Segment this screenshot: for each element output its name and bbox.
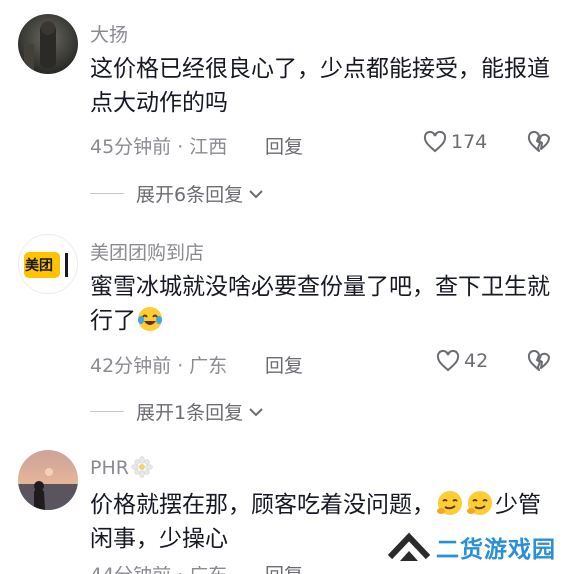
dislike-button[interactable]	[527, 130, 551, 157]
comment-username[interactable]: 大扬	[90, 20, 128, 47]
avatar[interactable]	[18, 450, 78, 510]
divider-line	[90, 193, 124, 194]
flower-icon	[131, 456, 153, 478]
reply-button[interactable]: 回复	[265, 566, 303, 574]
watermark: 二货游戏园	[388, 530, 556, 564]
comment-footer-partial: 44分钟前 · 广东 回复	[90, 566, 560, 574]
meituan-logo-text: 美团	[25, 258, 53, 274]
comment-username[interactable]: 美团团购到店	[90, 238, 204, 265]
expand-replies-label: 展开1条回复	[136, 402, 244, 424]
like-button[interactable]: 42	[436, 350, 488, 372]
logo-fragment	[65, 253, 76, 277]
username-text: PHR	[90, 457, 129, 479]
heart-icon	[423, 131, 447, 153]
like-count: 174	[451, 131, 488, 153]
smirking-emoji-icon	[437, 491, 462, 515]
expand-replies-label: 展开6条回复	[136, 184, 244, 206]
chevron-down-icon	[249, 407, 263, 416]
laughing-crying-emoji-icon	[138, 307, 162, 331]
comment-time-location: 45分钟前 · 江西	[90, 136, 228, 158]
reply-button[interactable]: 回复	[265, 132, 303, 159]
broken-heart-icon	[527, 349, 550, 371]
avatar[interactable]	[18, 14, 78, 74]
comment-text-body: 价格就摆在那，顾客吃着没问题，	[90, 492, 435, 518]
dislike-button[interactable]	[527, 349, 551, 376]
comment-time-location: 44分钟前 · 广东	[90, 566, 227, 574]
comment-text: 蜜雪冰城就没啥必要查份量了吧，查下卫生就行了	[90, 270, 550, 338]
chevron-down-icon	[249, 189, 263, 198]
heart-icon	[436, 350, 460, 372]
like-count: 42	[464, 350, 489, 372]
comment-text: 这价格已经很良心了，少点都能接受，能报道点大动作的吗	[90, 56, 550, 116]
comment-time-location: 42分钟前 · 广东	[90, 355, 228, 377]
divider-line	[90, 411, 124, 412]
like-button[interactable]: 174	[423, 131, 487, 153]
reply-button[interactable]: 回复	[265, 351, 303, 378]
watermark-logo-icon	[388, 532, 430, 561]
watermark-text: 二货游戏园	[436, 537, 556, 563]
comment-username[interactable]: PHR	[90, 456, 153, 479]
expand-replies-button[interactable]: 展开6条回复	[90, 180, 266, 207]
smirking-emoji-icon	[467, 491, 492, 515]
broken-heart-icon	[527, 130, 550, 152]
expand-replies-button[interactable]: 展开1条回复	[90, 398, 266, 425]
avatar[interactable]: 美团	[18, 234, 78, 294]
